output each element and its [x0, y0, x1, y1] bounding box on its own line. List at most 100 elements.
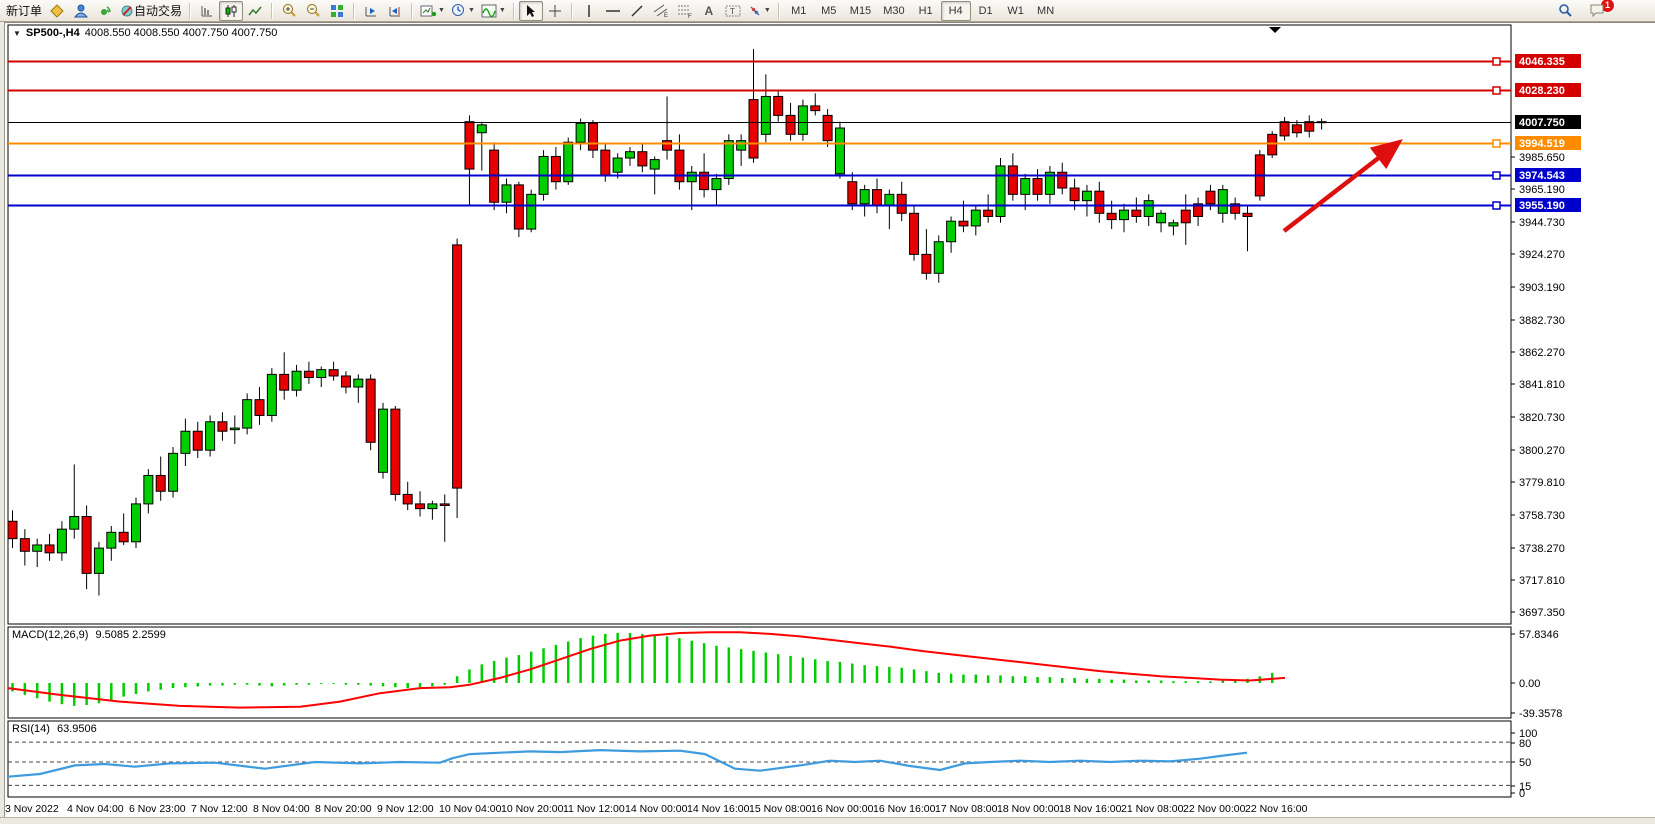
rsi-name: RSI(14): [12, 723, 50, 735]
channel-tool-icon[interactable]: E: [649, 1, 673, 21]
notifications-button[interactable]: 1: [1585, 1, 1609, 21]
new-chart-button[interactable]: ▼: [417, 1, 448, 21]
timeframe-m30[interactable]: M30: [877, 1, 910, 21]
market-watch-icon[interactable]: [45, 1, 69, 21]
line-end-marker[interactable]: [1493, 172, 1500, 179]
candle-body: [1181, 210, 1190, 223]
vertical-line-tool-icon[interactable]: [577, 1, 601, 21]
crosshair-tool-icon[interactable]: [543, 1, 567, 21]
text-tool-icon[interactable]: A: [697, 1, 721, 21]
profile-icon[interactable]: [69, 1, 93, 21]
cursor-tool-icon[interactable]: [519, 1, 543, 21]
search-icon[interactable]: [1553, 1, 1577, 21]
candle-body: [354, 379, 363, 387]
timeframe-m5[interactable]: M5: [814, 1, 844, 21]
label-tool-icon[interactable]: T: [721, 1, 745, 21]
line-end-marker[interactable]: [1493, 140, 1500, 147]
candle-body: [317, 370, 326, 378]
candle-body: [588, 123, 597, 150]
toolbar-separator: [513, 3, 515, 19]
svg-text:T: T: [730, 7, 735, 16]
candle-body: [144, 475, 153, 503]
candle-body: [626, 152, 635, 158]
candle-body: [1070, 188, 1079, 201]
line-end-marker[interactable]: [1493, 58, 1500, 65]
price-level-badge-label: 4007.750: [1519, 117, 1565, 129]
candle-body: [280, 374, 289, 390]
candle-body: [996, 166, 1005, 217]
candle-body: [403, 494, 412, 503]
svg-text:E: E: [664, 13, 668, 18]
candle-body: [156, 475, 165, 491]
time-axis-label: 17 Nov 08:00: [935, 803, 998, 815]
candle-body: [82, 517, 91, 574]
candle-body: [1008, 166, 1017, 194]
zoom-in-icon[interactable]: [277, 1, 301, 21]
chart-header: ▼ SP500-,H4 4008.550 4008.550 4007.750 4…: [13, 27, 277, 39]
rsi-indicator-label: RSI(14) 63.9506: [12, 723, 97, 735]
candle-body: [292, 371, 301, 390]
horizontal-line-tool-icon[interactable]: [601, 1, 625, 21]
chart-collapse-icon[interactable]: ▼: [13, 29, 21, 38]
candle-body: [119, 532, 128, 541]
chart-shift-icon[interactable]: [383, 1, 407, 21]
period-button[interactable]: ▼: [448, 1, 478, 21]
chart-canvas[interactable]: 3985.6503965.1903944.7303924.2703903.190…: [0, 0, 1655, 823]
price-axis-label: 3697.350: [1519, 607, 1565, 619]
timeframe-mn[interactable]: MN: [1031, 1, 1061, 21]
signal-icon[interactable]: [93, 1, 117, 21]
candlestick-chart-icon[interactable]: [219, 1, 243, 21]
toolbar-separator: [189, 3, 191, 19]
line-chart-icon[interactable]: [243, 1, 267, 21]
timeframe-h1[interactable]: H1: [911, 1, 941, 21]
fibonacci-tool-icon[interactable]: F: [673, 1, 697, 21]
line-end-marker[interactable]: [1493, 202, 1500, 209]
candle-body: [761, 96, 770, 134]
price-level-badge-label: 4046.335: [1519, 56, 1565, 68]
timeframe-d1[interactable]: D1: [971, 1, 1001, 21]
line-end-marker[interactable]: [1493, 87, 1500, 94]
timeframe-m1[interactable]: M1: [784, 1, 814, 21]
auto-scroll-icon[interactable]: [359, 1, 383, 21]
candle-body: [798, 106, 807, 134]
candle-body: [1169, 223, 1178, 226]
indicators-button[interactable]: ▼: [478, 1, 509, 21]
candle-body: [737, 141, 746, 150]
toolbar-separator: [778, 3, 780, 19]
tile-windows-icon[interactable]: [325, 1, 349, 21]
time-axis-label: 10 Nov 20:00: [501, 803, 564, 815]
rsi-value: 63.9506: [57, 723, 97, 735]
autotrade-button[interactable]: 自动交易: [117, 1, 185, 21]
timeframe-w1[interactable]: W1: [1001, 1, 1031, 21]
candle-body: [576, 123, 585, 142]
macd-panel-frame: [8, 627, 1511, 718]
time-axis-label: 21 Nov 08:00: [1121, 803, 1184, 815]
time-axis-label: 18 Nov 16:00: [1059, 803, 1122, 815]
candle-body: [1144, 201, 1153, 217]
candle-body: [132, 504, 141, 542]
candle-body: [650, 160, 659, 169]
trendline-tool-icon[interactable]: [625, 1, 649, 21]
candle-body: [551, 156, 560, 181]
candle-body: [811, 106, 820, 111]
zoom-out-icon[interactable]: [301, 1, 325, 21]
new-order-button[interactable]: 新订单: [3, 1, 45, 21]
timeframe-h4[interactable]: H4: [941, 1, 971, 21]
candle-body: [1107, 213, 1116, 219]
candle-body: [897, 194, 906, 213]
candle-body: [873, 190, 882, 206]
macd-name: MACD(12,26,9): [12, 629, 88, 641]
candle-body: [675, 150, 684, 182]
chevron-down-icon: ▼: [438, 7, 445, 14]
bar-chart-icon[interactable]: [195, 1, 219, 21]
macd-axis-label: 0.00: [1519, 678, 1540, 690]
price-axis-label: 3965.190: [1519, 184, 1565, 196]
price-axis-label: 3985.650: [1519, 152, 1565, 164]
timeframe-m15[interactable]: M15: [844, 1, 877, 21]
time-axis-label: 9 Nov 12:00: [377, 803, 434, 815]
macd-axis-label: 57.8346: [1519, 629, 1559, 641]
macd-axis-label: -39.3578: [1519, 708, 1562, 720]
candle-body: [527, 194, 536, 229]
candle-body: [922, 254, 931, 273]
arrows-tool-button[interactable]: ▼: [745, 1, 774, 21]
